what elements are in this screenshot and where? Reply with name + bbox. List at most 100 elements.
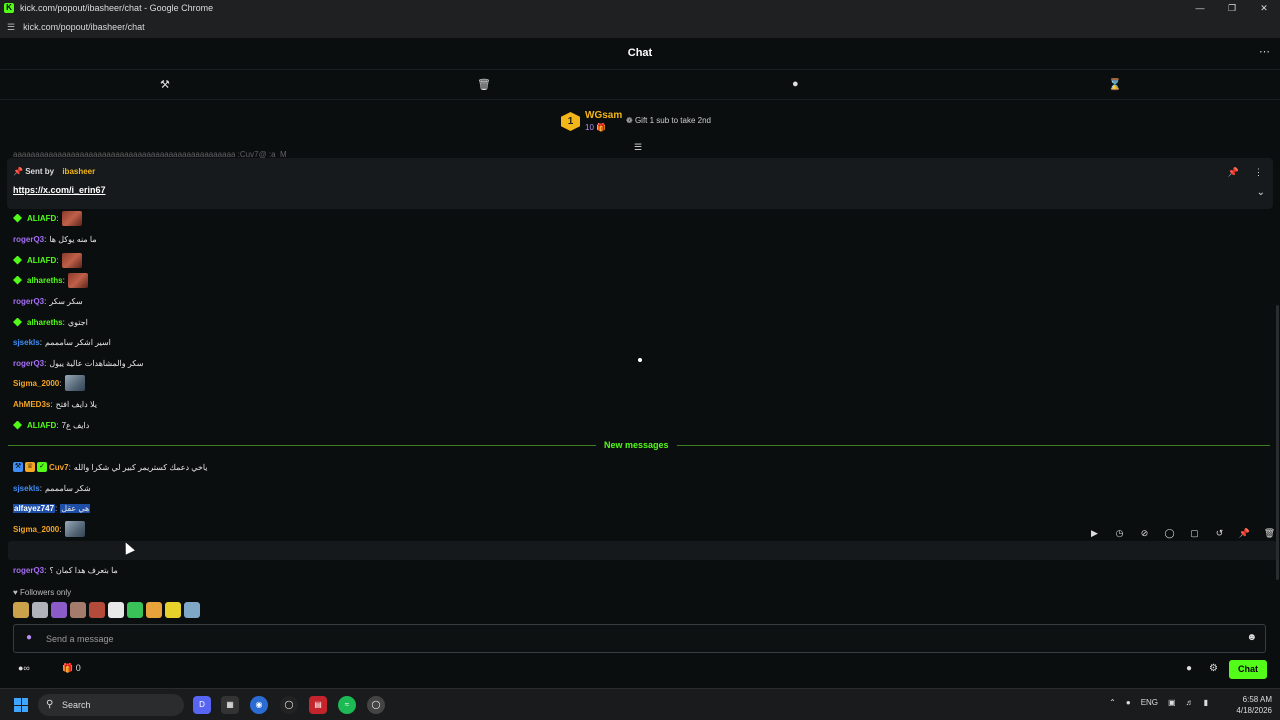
colon: :: [59, 378, 62, 388]
message-username[interactable]: ALIAFD: [27, 256, 56, 265]
restore-icon[interactable]: ❐: [1216, 0, 1248, 16]
message-username[interactable]: AhMED3s: [13, 400, 50, 409]
message-username[interactable]: alfayez747: [13, 503, 56, 513]
collapse-icon[interactable]: ☰: [634, 142, 642, 153]
chevron-down-icon[interactable]: ⌄: [1257, 187, 1265, 198]
trash-icon[interactable]: 🗑: [477, 78, 491, 91]
taskbar-search[interactable]: ⚲ Search: [38, 694, 184, 716]
discord-icon[interactable]: D: [193, 696, 211, 714]
emote-2[interactable]: [32, 602, 48, 618]
undo-icon[interactable]: ↺: [1207, 528, 1232, 545]
colon: :: [55, 503, 58, 513]
colon: :: [62, 275, 65, 285]
message-username[interactable]: sjsekls: [13, 338, 40, 347]
message-actions: ▶ ◷ ⊘ ◯ ▢ ↺ 📌 🗑: [1082, 528, 1280, 545]
gift-sub-prompt[interactable]: ❁ Gift 1 sub to take 2nd: [626, 116, 711, 125]
message-username[interactable]: alhareths: [27, 276, 63, 285]
mod-toolbar: ⚒ 🗑 ● ⌛: [0, 70, 1280, 100]
chrome-icon[interactable]: ◉: [250, 696, 268, 714]
gift-sub-text: Gift 1 sub to take 2nd: [634, 116, 711, 125]
message-text: سكر والمشاهدات عالية ييول: [49, 358, 144, 368]
gift-icon[interactable]: 🎁 0: [62, 663, 81, 674]
emote-6[interactable]: [108, 602, 124, 618]
emote-5[interactable]: [89, 602, 105, 618]
chat-bubble-icon[interactable]: ●: [792, 78, 799, 90]
close-icon[interactable]: ✕: [1248, 0, 1280, 16]
chat-header: Chat ⋯: [0, 38, 1280, 70]
chevron-up-icon[interactable]: ⌃: [1109, 698, 1116, 707]
copy-icon[interactable]: ▢: [1182, 528, 1207, 545]
message-username[interactable]: ALIAFD: [27, 421, 56, 430]
message-username[interactable]: Sigma_2000: [13, 525, 59, 534]
emote-4[interactable]: [70, 602, 86, 618]
verified-badge-icon: ✓: [37, 462, 47, 472]
emote-3[interactable]: [51, 602, 67, 618]
scrollbar[interactable]: [1276, 305, 1279, 580]
leader-name[interactable]: WGsam: [585, 110, 622, 121]
more-icon[interactable]: ⋮: [1254, 167, 1263, 178]
timeout-icon[interactable]: ◷: [1107, 528, 1132, 545]
hourglass-icon[interactable]: ⌛: [1108, 78, 1122, 91]
app-icon[interactable]: ◯: [367, 696, 385, 714]
taskbar-search-label: Search: [62, 700, 91, 710]
new-messages-label: New messages: [596, 440, 677, 450]
colon: :: [39, 337, 42, 347]
message-text: سكر سكر: [49, 296, 83, 306]
mic-icon[interactable]: ●: [26, 632, 32, 643]
smile-icon[interactable]: ☻: [1246, 632, 1257, 643]
emote-10[interactable]: [184, 602, 200, 618]
hammer-icon[interactable]: ⚒: [160, 78, 170, 91]
reply-icon[interactable]: ◯: [1157, 528, 1182, 545]
url-text[interactable]: kick.com/popout/ibasheer/chat: [23, 22, 145, 32]
message-input[interactable]: [46, 630, 1226, 648]
mic-tray-icon[interactable]: ●: [1126, 698, 1131, 707]
sent-by-label: Sent by: [25, 167, 55, 176]
window-title: kick.com/popout/ibasheer/chat - Google C…: [20, 3, 214, 13]
message-username[interactable]: alhareths: [27, 318, 63, 327]
tool-app-icon[interactable]: ▦: [221, 696, 239, 714]
emote-8[interactable]: [146, 602, 162, 618]
gear-icon[interactable]: ⚙: [1209, 663, 1218, 674]
message-username[interactable]: rogerQ3: [13, 359, 44, 368]
minimize-icon[interactable]: —: [1184, 0, 1216, 16]
colon: :: [68, 462, 71, 472]
emote-1[interactable]: [13, 602, 29, 618]
network-icon[interactable]: ▣: [1168, 698, 1176, 707]
message-username[interactable]: Sigma_2000: [13, 379, 59, 388]
address-bar[interactable]: ☰ kick.com/popout/ibasheer/chat: [0, 16, 1280, 38]
message-username[interactable]: rogerQ3: [13, 566, 44, 575]
pinned-author[interactable]: ibasheer: [62, 167, 95, 176]
clock-time: 6:58 AM: [1242, 695, 1272, 704]
message-username[interactable]: ALIAFD: [27, 214, 56, 223]
more-icon[interactable]: ⋯: [1259, 45, 1270, 58]
message-text: هي عقل: [60, 503, 91, 513]
spotify-icon[interactable]: ≈: [338, 696, 356, 714]
media-app-icon[interactable]: ▤: [309, 696, 327, 714]
message-username[interactable]: rogerQ3: [13, 297, 44, 306]
language-indicator[interactable]: ENG: [1141, 698, 1158, 707]
message-username[interactable]: sjsekls: [13, 484, 40, 493]
send-chat-button[interactable]: Chat: [1229, 660, 1267, 679]
volume-icon[interactable]: ♬: [1186, 698, 1194, 707]
message-username[interactable]: Cuv7: [49, 463, 69, 472]
obs-icon[interactable]: ◯: [280, 696, 298, 714]
pinned-link[interactable]: https://x.com/i_erin67: [13, 185, 106, 195]
infinity-icon[interactable]: ●∞: [18, 663, 30, 673]
gift-count: 0: [75, 663, 81, 673]
windows-start-icon[interactable]: [14, 698, 28, 712]
message-input-box: ● ☻: [13, 624, 1266, 653]
system-tray: ⌃ ● ENG ▣ ♬ ▮: [1109, 698, 1208, 707]
play-icon[interactable]: ▶: [1082, 528, 1107, 545]
site-info-icon[interactable]: ☰: [7, 22, 15, 33]
message-username[interactable]: rogerQ3: [13, 235, 44, 244]
emote-7[interactable]: [127, 602, 143, 618]
pin-icon[interactable]: 📌: [1228, 167, 1239, 178]
pin-message-icon[interactable]: 📌: [1232, 528, 1257, 545]
chat-message: ALIAFD:: [0, 250, 1278, 270]
emote-9[interactable]: [165, 602, 181, 618]
battery-icon[interactable]: ▮: [1204, 698, 1208, 707]
sub-badge-icon: [13, 255, 22, 265]
message-text: ما بتعرف هدا كمان ؟: [49, 565, 118, 575]
emote-menu-icon[interactable]: ●: [1186, 663, 1192, 674]
ban-icon[interactable]: ⊘: [1132, 528, 1157, 545]
